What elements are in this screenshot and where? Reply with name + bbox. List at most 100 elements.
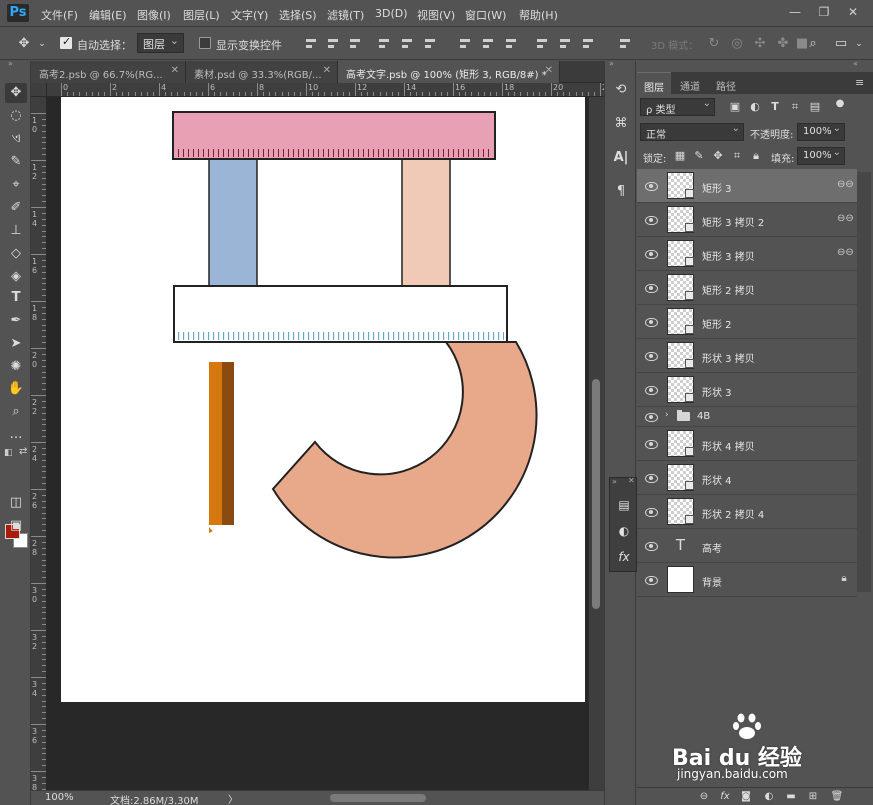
close-icon[interactable]: ✕ xyxy=(628,476,635,485)
align-bottom-icon[interactable] xyxy=(348,36,362,52)
properties-icon[interactable]: ⌘ xyxy=(610,113,632,135)
lock-all-icon[interactable]: 🔒︎ xyxy=(749,149,763,163)
layer-name[interactable]: 形状 3 xyxy=(702,384,732,399)
fx-icon[interactable]: fx xyxy=(717,790,733,804)
tab-layers[interactable]: 图层 xyxy=(637,72,671,94)
layer-row[interactable]: 矩形 3 拷贝 2 ⊖⊖ xyxy=(637,203,857,237)
canvas-area[interactable] xyxy=(47,97,588,790)
align-right-icon[interactable] xyxy=(423,36,437,52)
expand-icon[interactable]: » xyxy=(612,477,617,486)
default-colors-icon[interactable]: ◧ xyxy=(4,448,13,458)
new-adjustment-icon[interactable]: ◐ xyxy=(761,790,777,804)
move-icon[interactable]: ✥ xyxy=(16,36,32,52)
blend-mode-dropdown[interactable]: 正常 xyxy=(640,123,744,141)
menu-file[interactable]: 文件(F) xyxy=(41,7,78,23)
layer-name[interactable]: 形状 4 xyxy=(702,472,732,487)
layer-row[interactable]: 矩形 2 拷贝 xyxy=(637,271,857,305)
panel-menu-icon[interactable]: ≡ xyxy=(855,76,864,89)
close-button[interactable]: ✕ xyxy=(844,4,862,20)
menu-image[interactable]: 图像(I) xyxy=(137,7,171,23)
restore-button[interactable]: ❐ xyxy=(815,4,833,20)
menu-edit[interactable]: 编辑(E) xyxy=(89,7,127,23)
vertical-scrollbar[interactable] xyxy=(588,97,604,790)
align-vcenter-icon[interactable] xyxy=(326,36,340,52)
layer-row[interactable]: 形状 4 拷贝 xyxy=(637,427,857,461)
scrollbar-thumb[interactable] xyxy=(592,379,600,609)
menu-help[interactable]: 帮助(H) xyxy=(519,7,558,23)
layers-scrollbar[interactable] xyxy=(857,172,871,592)
history-icon[interactable]: ⟲ xyxy=(610,79,632,101)
paint-bucket-tool-icon[interactable]: ◈ xyxy=(5,267,27,287)
status-menu-arrow[interactable]: 〉 xyxy=(228,791,238,805)
new-layer-icon[interactable]: ⊞ xyxy=(805,790,821,804)
distribute-right-icon[interactable] xyxy=(581,36,595,52)
chevron-right-icon[interactable]: › xyxy=(665,410,669,420)
filter-type-icon[interactable]: T xyxy=(768,100,782,114)
layer-row[interactable]: 矩形 3 拷贝 ⊖⊖ xyxy=(637,237,857,271)
eyedropper-tool-icon[interactable]: ⌖ xyxy=(5,175,27,195)
3d-slide-icon[interactable]: ✤ xyxy=(775,36,791,52)
close-icon[interactable]: ✕ xyxy=(545,65,553,76)
styles-icon[interactable]: fx xyxy=(615,548,633,566)
path-select-tool-icon[interactable]: ➤ xyxy=(5,334,27,354)
layer-row[interactable]: 背景 🔒︎ xyxy=(637,563,857,597)
adjustments-icon[interactable]: ◐ xyxy=(615,522,633,540)
brush-tool-icon[interactable]: ✐ xyxy=(5,198,27,218)
layer-name[interactable]: 形状 2 拷贝 4 xyxy=(702,506,764,521)
zoom-tool-icon[interactable]: ⌕ xyxy=(5,402,27,422)
eye-icon[interactable] xyxy=(644,180,658,192)
new-group-icon[interactable]: ▬ xyxy=(783,790,799,804)
delete-layer-icon[interactable]: 🗑︎ xyxy=(829,790,845,804)
eye-icon[interactable] xyxy=(644,282,658,294)
menu-window[interactable]: 窗口(W) xyxy=(465,7,506,23)
type-tool-icon[interactable]: T xyxy=(5,288,27,308)
filter-toggle-icon[interactable]: ● xyxy=(833,97,847,111)
layer-name[interactable]: 矩形 2 xyxy=(702,316,732,331)
ruler-origin[interactable] xyxy=(31,83,47,97)
menu-type[interactable]: 文字(Y) xyxy=(231,7,268,23)
filter-shape-icon[interactable]: ⌗ xyxy=(788,100,802,114)
search-icon[interactable]: ⌕ xyxy=(805,36,821,52)
tab-document-1[interactable]: 高考2.psb @ 66.7%(RG... ✕ xyxy=(31,61,186,83)
quick-mask-icon[interactable]: ◫ xyxy=(5,493,27,513)
eye-icon[interactable] xyxy=(644,506,658,518)
eraser-tool-icon[interactable]: ◇ xyxy=(5,244,27,264)
menu-select[interactable]: 选择(S) xyxy=(279,7,317,23)
tab-document-2[interactable]: 素材.psd @ 33.3%(RGB/... ✕ xyxy=(186,61,338,83)
tab-document-3[interactable]: 高考文字.psb @ 100% (矩形 3, RGB/8#) * ✕ xyxy=(338,61,560,83)
menu-3d[interactable]: 3D(D) xyxy=(375,7,408,20)
fill-input[interactable]: 100% xyxy=(797,147,845,165)
eye-icon[interactable] xyxy=(644,316,658,328)
menu-filter[interactable]: 滤镜(T) xyxy=(327,7,364,23)
workspace-chevron-icon[interactable]: ⌄ xyxy=(851,36,867,52)
eye-icon[interactable] xyxy=(644,472,658,484)
close-icon[interactable]: ✕ xyxy=(171,65,179,76)
align-left-icon[interactable] xyxy=(377,36,391,52)
show-transform-checkbox[interactable] xyxy=(199,37,211,49)
layer-name[interactable]: 矩形 3 拷贝 2 xyxy=(702,214,764,229)
collapse-icon[interactable]: » xyxy=(609,59,614,68)
chevron-down-icon[interactable]: ⌄ xyxy=(34,36,50,52)
workspace-icon[interactable]: ▭ xyxy=(833,36,849,52)
link-layers-icon[interactable]: ⊖ xyxy=(696,790,712,804)
collapse-icon[interactable]: » xyxy=(8,59,13,68)
tab-channels[interactable]: 通道 xyxy=(673,72,707,94)
eye-icon[interactable] xyxy=(644,540,658,552)
layer-row[interactable]: 形状 2 拷贝 4 xyxy=(637,495,857,529)
filter-adjustment-icon[interactable]: ◐ xyxy=(748,100,762,114)
document-canvas[interactable] xyxy=(61,97,585,702)
layer-row[interactable]: 形状 3 拷贝 xyxy=(637,339,857,373)
layer-name[interactable]: 形状 3 拷贝 xyxy=(702,350,755,365)
quick-select-tool-icon[interactable]: ✎ xyxy=(5,152,27,172)
align-hcenter-icon[interactable] xyxy=(400,36,414,52)
pen-tool-icon[interactable]: ✒ xyxy=(5,311,27,331)
eye-icon[interactable] xyxy=(644,411,658,423)
move-tool-icon[interactable]: ✥ xyxy=(5,83,27,103)
layer-name[interactable]: 背景 xyxy=(702,574,722,589)
layer-name[interactable]: 矩形 3 拷贝 xyxy=(702,248,755,263)
menu-layer[interactable]: 图层(L) xyxy=(183,7,220,23)
paragraph-icon[interactable]: ¶ xyxy=(610,181,632,203)
swap-colors-icon[interactable]: ⇄ xyxy=(19,446,27,457)
lock-image-icon[interactable]: ✎ xyxy=(692,149,706,163)
layer-name[interactable]: 矩形 3 xyxy=(702,180,732,195)
